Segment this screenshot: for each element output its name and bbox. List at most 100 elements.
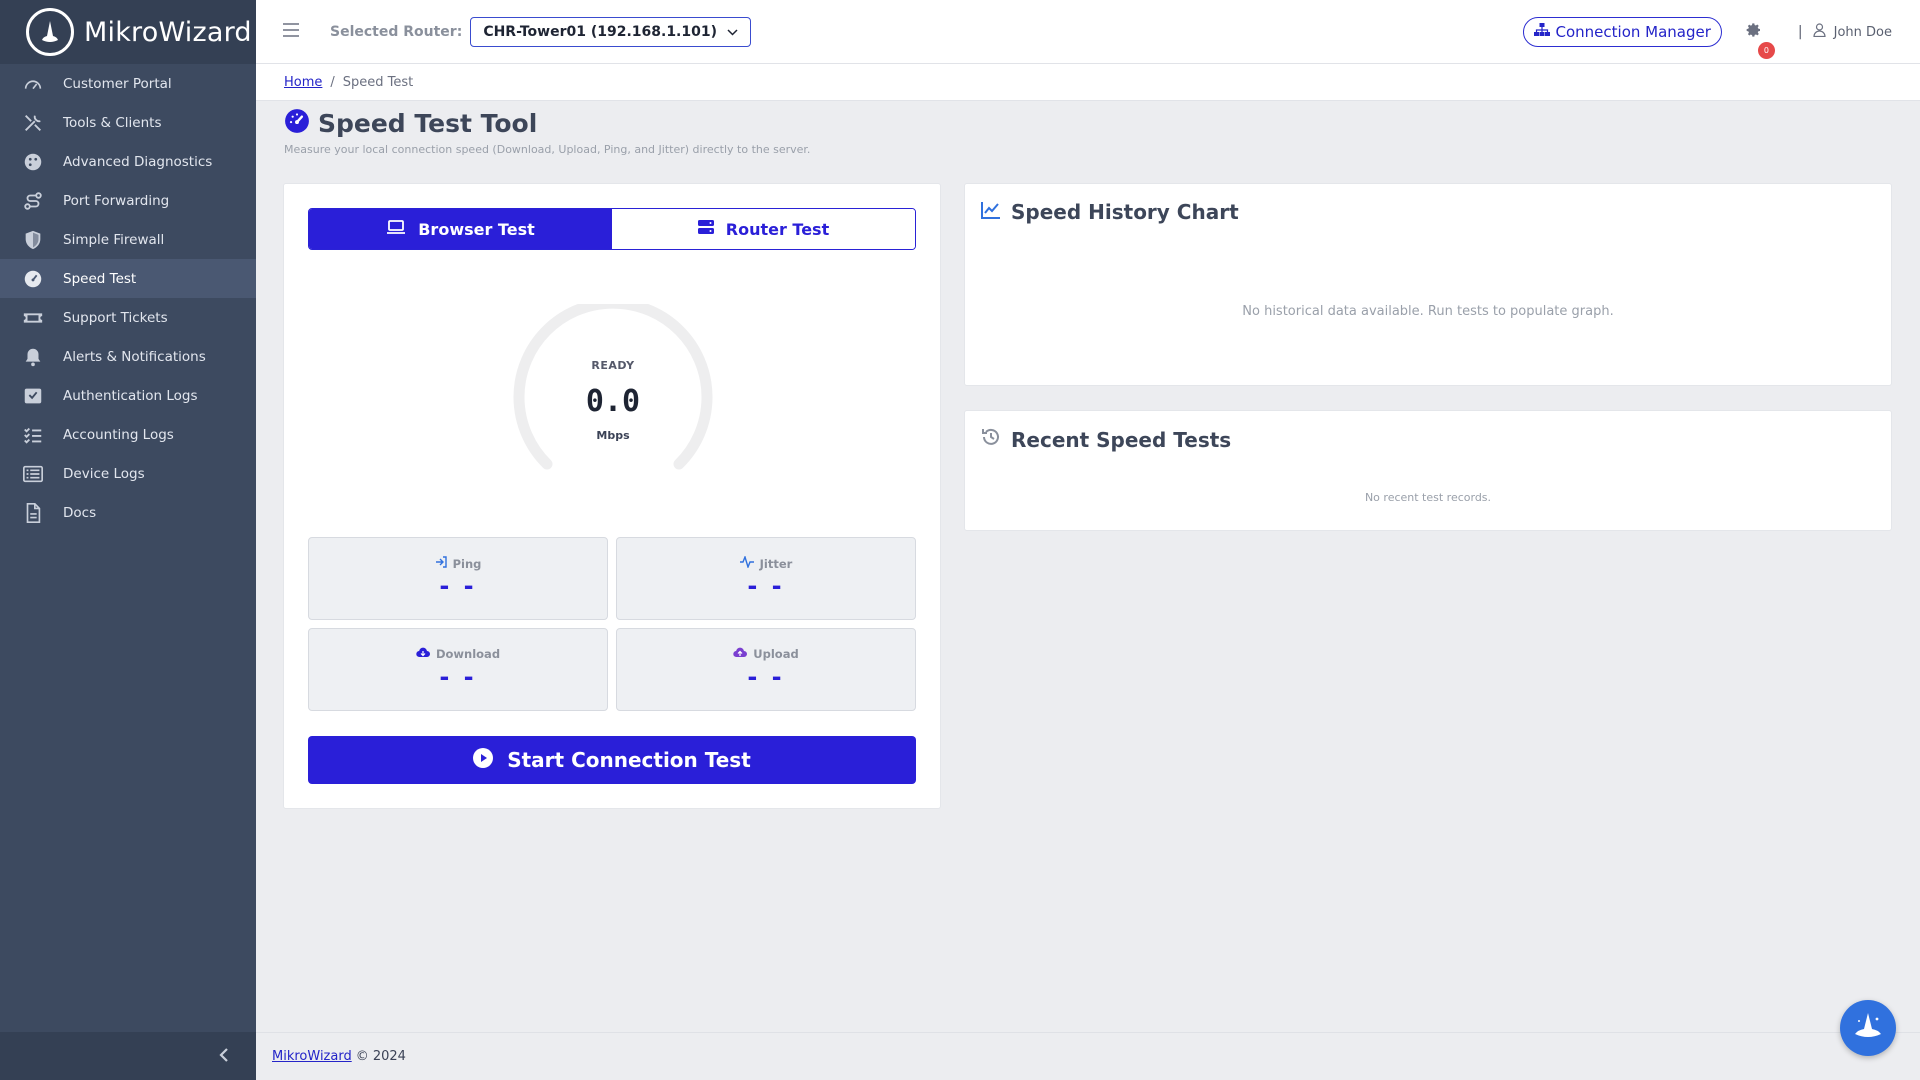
stat-ping: Ping - - — [308, 537, 608, 620]
stat-ping-value: - - — [439, 572, 477, 600]
stat-upload-value: - - — [747, 663, 785, 691]
top-header: Selected Router: CHR-Tower01 (192.168.1.… — [256, 0, 1920, 64]
stat-download-label: Download — [309, 647, 607, 661]
wizard-hat-logo-icon — [26, 8, 74, 56]
sidebar-item-docs[interactable]: Docs — [0, 493, 256, 532]
router-select-value: CHR-Tower01 (192.168.1.101) — [483, 23, 717, 40]
stat-label-text: Upload — [753, 647, 799, 661]
notification-badge: 0 — [1757, 42, 1775, 59]
network-sitemap-icon — [1533, 23, 1550, 41]
sidebar-toggle[interactable] — [0, 1032, 256, 1080]
user-menu[interactable]: John Doe — [1813, 23, 1892, 41]
gauge-unit: Mbps — [596, 429, 630, 442]
stat-label-text: Download — [435, 647, 501, 661]
sidebar-item-device-logs[interactable]: Device Logs — [0, 454, 256, 493]
stat-ping-label: Ping — [309, 556, 607, 571]
sidebar-item-label: Device Logs — [63, 465, 145, 482]
user-name: John Doe — [1833, 24, 1892, 40]
sidebar-item-accounting-logs[interactable]: Accounting Logs — [0, 415, 256, 454]
sidebar-item-label: Accounting Logs — [63, 426, 174, 443]
sidebar-item-label: Advanced Diagnostics — [63, 153, 213, 170]
server-icon — [697, 219, 714, 239]
breadcrumb-separator: / — [330, 74, 335, 90]
tab-browser-test-label: Browser Test — [418, 219, 535, 239]
recent-empty-message: No recent test records. — [1364, 491, 1492, 504]
page-footer: MikroWizard © 2024 — [256, 1032, 1920, 1080]
breadcrumb-home-link[interactable]: Home — [284, 75, 322, 90]
stat-label-text: Jitter — [759, 556, 793, 571]
header-right: Connection Manager 0 | John Doe — [1522, 0, 1892, 64]
stat-jitter: Jitter - - — [616, 537, 916, 620]
bell-icon — [21, 345, 45, 369]
page-subtitle: Measure your local connection speed (Dow… — [284, 143, 811, 156]
document-icon — [21, 501, 45, 525]
brand[interactable]: MikroWizard — [0, 0, 256, 64]
start-connection-test-button[interactable]: Start Connection Test — [308, 736, 916, 784]
stat-upload: Upload - - — [616, 628, 916, 711]
card-title-text: Recent Speed Tests — [1011, 427, 1232, 452]
hamburger-menu-icon[interactable] — [282, 22, 300, 41]
stat-download: Download - - — [308, 628, 608, 711]
tab-router-test[interactable]: Router Test — [612, 209, 915, 249]
sidebar-item-label: Port Forwarding — [63, 192, 170, 209]
brand-name: MikroWizard — [84, 16, 252, 48]
settings-button[interactable]: 0 — [1746, 22, 1775, 59]
sidebar-item-label: Simple Firewall — [63, 231, 165, 248]
footer-brand-link[interactable]: MikroWizard — [272, 1049, 352, 1064]
page-title: Speed Test Tool — [318, 108, 538, 138]
sidebar-item-label: Tools & Clients — [63, 114, 162, 131]
gear-icon — [1746, 23, 1762, 42]
sidebar-item-alerts-notifications[interactable]: Alerts & Notifications — [0, 337, 256, 376]
router-select[interactable]: CHR-Tower01 (192.168.1.101) — [470, 16, 751, 47]
selected-router-label: Selected Router: — [330, 23, 463, 40]
stat-label-text: Ping — [452, 556, 482, 571]
shield-icon — [21, 228, 45, 252]
sidebar-item-authentication-logs[interactable]: Authentication Logs — [0, 376, 256, 415]
sidebar-item-advanced-diagnostics[interactable]: Advanced Diagnostics — [0, 142, 256, 181]
checklist-icon — [21, 423, 45, 447]
recent-tests-card: Recent Speed Tests No recent test record… — [964, 410, 1892, 531]
wave-pulse-icon — [739, 554, 754, 571]
stat-jitter-label: Jitter — [617, 554, 915, 571]
chevron-down-icon — [727, 24, 738, 40]
tab-router-test-label: Router Test — [725, 219, 830, 239]
wizard-hat-icon — [1851, 1011, 1885, 1045]
page-header: Speed Test Tool — [284, 108, 537, 138]
recent-tests-title: Recent Speed Tests — [981, 427, 1231, 452]
history-empty-message: No historical data available. Run tests … — [1242, 304, 1614, 319]
sidebar-item-support-tickets[interactable]: Support Tickets — [0, 298, 256, 337]
cloud-upload-icon — [733, 647, 748, 661]
sidebar-item-label: Speed Test — [63, 270, 137, 287]
stat-download-value: - - — [439, 663, 477, 691]
wizard-assistant-button[interactable] — [1840, 1000, 1896, 1056]
sidebar-item-speed-test[interactable]: Speed Test — [0, 259, 256, 298]
ticket-icon — [21, 306, 45, 330]
chevron-left-icon[interactable] — [218, 1047, 230, 1066]
sign-in-icon — [435, 556, 447, 571]
sidebar-item-label: Docs — [63, 504, 97, 521]
sidebar-item-label: Customer Portal — [63, 75, 172, 92]
connection-manager-button[interactable]: Connection Manager — [1522, 17, 1722, 47]
sidebar-item-simple-firewall[interactable]: Simple Firewall — [0, 220, 256, 259]
user-icon — [1813, 23, 1826, 41]
list-icon — [21, 462, 45, 486]
tab-browser-test[interactable]: Browser Test — [309, 209, 612, 249]
history-icon — [981, 427, 1001, 452]
sidebar-item-port-forwarding[interactable]: Port Forwarding — [0, 181, 256, 220]
connection-manager-label: Connection Manager — [1555, 23, 1711, 41]
gauge-status: READY — [591, 359, 635, 372]
laptop-icon — [386, 219, 406, 239]
stat-upload-label: Upload — [617, 647, 915, 661]
card-title-text: Speed History Chart — [1011, 200, 1239, 224]
breadcrumb-current: Speed Test — [342, 74, 414, 90]
speed-history-title: Speed History Chart — [981, 200, 1239, 224]
footer-copyright: © 2024 — [355, 1049, 406, 1064]
speedometer-icon — [21, 267, 45, 291]
sidebar-item-customer-portal[interactable]: Customer Portal — [0, 64, 256, 103]
cloud-download-icon — [416, 647, 430, 661]
route-icon — [21, 189, 45, 213]
sidebar-item-tools-clients[interactable]: Tools & Clients — [0, 103, 256, 142]
start-button-label: Start Connection Test — [507, 748, 751, 772]
sidebar-item-label: Alerts & Notifications — [63, 348, 206, 365]
line-chart-icon — [981, 200, 1001, 224]
